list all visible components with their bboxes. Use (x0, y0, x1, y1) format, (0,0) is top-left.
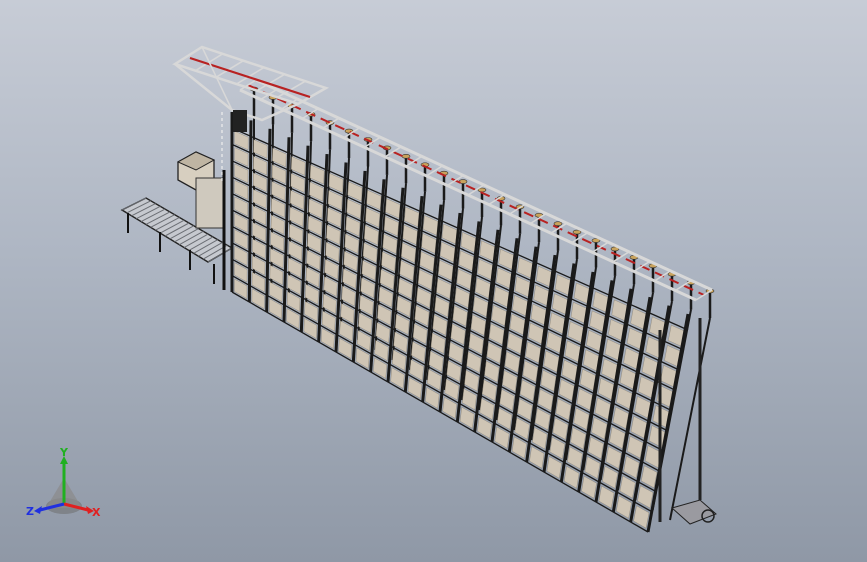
y-axis-label: Y (59, 448, 69, 459)
storage-bin (251, 288, 265, 309)
storage-bin (268, 298, 283, 319)
storage-bin (251, 271, 266, 293)
storage-bin (234, 262, 248, 283)
storage-bin (234, 245, 248, 266)
cad-viewport[interactable]: Y X Z (0, 0, 867, 562)
crane-hoist-block (233, 110, 247, 132)
rack-front-post (247, 120, 253, 303)
rack-post-cap (401, 154, 411, 159)
end-carriage-body (670, 499, 717, 525)
storage-bin (303, 318, 318, 339)
storage-rack[interactable] (230, 86, 715, 533)
storage-bin (269, 281, 283, 303)
lift-carriage (195, 177, 225, 229)
storage-bin (234, 278, 248, 299)
x-axis-label: X (92, 506, 101, 519)
storage-bin (321, 327, 335, 349)
z-axis-label: Z (26, 505, 34, 518)
z-axis-arrow-icon (34, 506, 42, 514)
storage-bin (286, 308, 300, 329)
storage-bin (234, 229, 248, 250)
rack-post-cap (553, 221, 563, 226)
orientation-triad[interactable]: Y X Z (24, 448, 108, 526)
rack-back-post (669, 317, 711, 521)
warehouse-model[interactable] (0, 0, 867, 562)
